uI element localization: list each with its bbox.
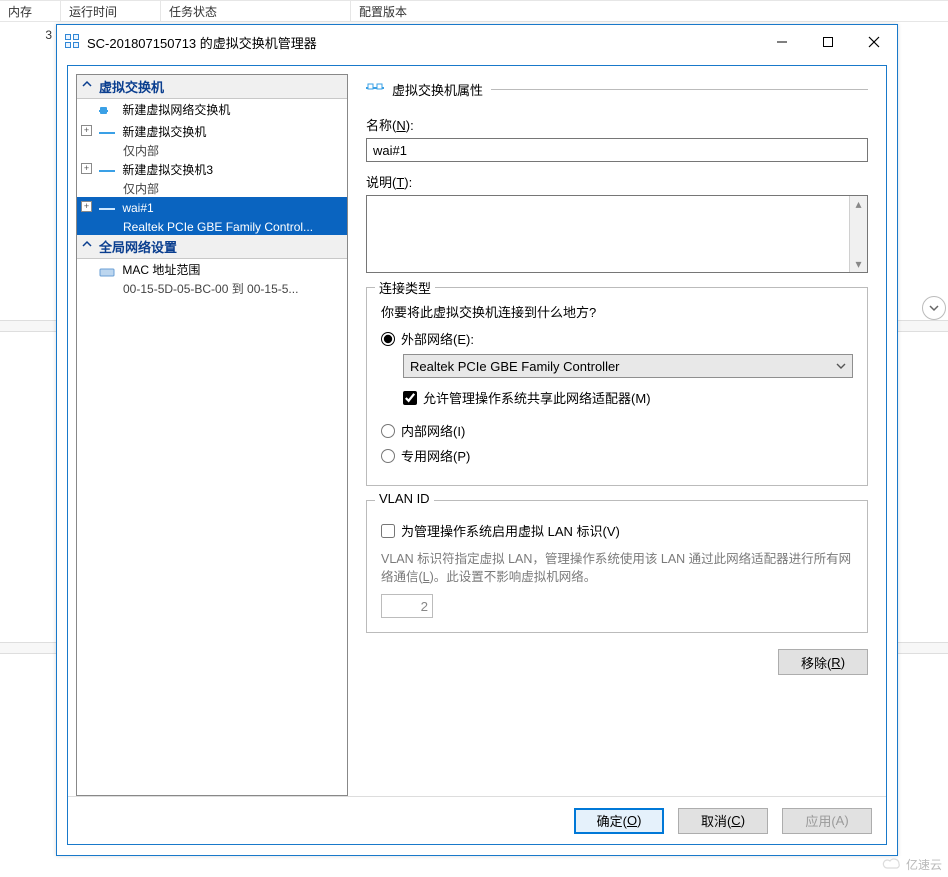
- allow-share-input[interactable]: [403, 391, 417, 405]
- tree-item-label: 新建虚拟网络交换机: [122, 103, 230, 117]
- radio-external[interactable]: 外部网络(E):: [381, 329, 853, 348]
- group-legend: 连接类型: [375, 278, 435, 297]
- tree-item-wai1[interactable]: + wai#1: [77, 197, 347, 219]
- expand-icon[interactable]: +: [81, 163, 92, 174]
- vlan-group: VLAN ID 为管理操作系统启用虚拟 LAN 标识(V) VLAN 标识符指定…: [366, 500, 868, 633]
- group-legend: VLAN ID: [375, 491, 434, 506]
- vlan-help-text: VLAN 标识符指定虚拟 LAN，管理操作系统使用该 LAN 通过此网络适配器进…: [381, 550, 853, 586]
- rule: [491, 89, 868, 90]
- section-label: 全局网络设置: [99, 240, 177, 255]
- check-label: 允许管理操作系统共享此网络适配器(M): [423, 388, 651, 407]
- name-label: 名称(N):: [366, 115, 868, 134]
- dialog-body: 虚拟交换机 新建虚拟网络交换机 + 新建虚拟交换机 仅内部 + 新建虚拟交换机3: [67, 65, 887, 845]
- window-title: SC-201807150713 的虚拟交换机管理器: [87, 33, 317, 52]
- tree-item-sub: Realtek PCIe GBE Family Control...: [77, 219, 347, 235]
- remove-button[interactable]: 移除(R): [778, 649, 868, 675]
- tree-item-label: wai#1: [122, 201, 153, 215]
- detail-header: 虚拟交换机属性: [392, 80, 483, 99]
- tree-item-label: 新建虚拟交换机3: [122, 163, 213, 177]
- dialog-button-bar: 确定(O) 取消(C) 应用(A): [68, 796, 886, 844]
- collapse-icon: [81, 79, 93, 91]
- network-icon: [99, 127, 115, 139]
- network-icon: [99, 203, 115, 215]
- desc-label: 说明(T):: [366, 172, 868, 191]
- radio-label: 专用网络(P): [401, 446, 470, 465]
- radio-private[interactable]: 专用网络(P): [381, 446, 853, 465]
- tree-item-sub: 仅内部: [77, 181, 347, 197]
- nic-icon: [99, 265, 115, 277]
- vswitch-manager-dialog: SC-201807150713 的虚拟交换机管理器 虚拟交换机: [56, 24, 898, 856]
- tree-item-label: MAC 地址范围: [122, 263, 200, 277]
- watermark: 亿速云: [882, 856, 942, 873]
- vlan-enable-check[interactable]: 为管理操作系统启用虚拟 LAN 标识(V): [381, 521, 853, 540]
- bg-col-mem[interactable]: 内存: [0, 0, 60, 21]
- collapse-icon: [81, 239, 93, 251]
- tree-item-mac-range[interactable]: MAC 地址范围: [77, 259, 347, 281]
- titlebar[interactable]: SC-201807150713 的虚拟交换机管理器: [57, 25, 897, 59]
- chevron-down-icon: [836, 359, 846, 374]
- check-label: 为管理操作系统启用虚拟 LAN 标识(V): [401, 521, 620, 540]
- conn-question: 你要将此虚拟交换机连接到什么地方?: [381, 302, 853, 321]
- vlan-enable-input[interactable]: [381, 524, 395, 538]
- network-new-icon: [99, 105, 115, 117]
- bg-col-task[interactable]: 任务状态: [160, 0, 350, 21]
- desc-textarea-wrap: ▴ ▾: [366, 195, 868, 273]
- expand-icon[interactable]: +: [81, 201, 92, 212]
- bg-table-header: 内存 运行时间 任务状态 配置版本: [0, 0, 948, 22]
- vlan-id-input: [381, 594, 433, 618]
- section-label: 虚拟交换机: [99, 80, 164, 95]
- scrollbar[interactable]: ▴ ▾: [849, 196, 867, 272]
- vswitch-prop-icon: [366, 81, 384, 98]
- connection-type-group: 连接类型 你要将此虚拟交换机连接到什么地方? 外部网络(E): Realtek …: [366, 287, 868, 486]
- expand-icon[interactable]: +: [81, 125, 92, 136]
- radio-internal[interactable]: 内部网络(I): [381, 421, 853, 440]
- tree-section-vswitch[interactable]: 虚拟交换机: [77, 75, 347, 99]
- watermark-text: 亿速云: [906, 856, 942, 873]
- name-input[interactable]: [366, 138, 868, 162]
- tree-item-label: 新建虚拟交换机: [122, 125, 206, 139]
- close-button[interactable]: [851, 25, 897, 59]
- adapter-combo[interactable]: Realtek PCIe GBE Family Controller: [403, 354, 853, 378]
- ok-button[interactable]: 确定(O): [574, 808, 664, 834]
- scroll-down-icon[interactable]: ▾: [850, 256, 867, 272]
- radio-label: 外部网络(E):: [401, 329, 474, 348]
- bg-col-uptime[interactable]: 运行时间: [60, 0, 160, 21]
- radio-label: 内部网络(I): [401, 421, 465, 440]
- tree-item-sub: 仅内部: [77, 143, 347, 159]
- desc-textarea[interactable]: [367, 196, 849, 272]
- tree-item-vswitch3[interactable]: + 新建虚拟交换机3: [77, 159, 347, 181]
- allow-share-check[interactable]: 允许管理操作系统共享此网络适配器(M): [403, 388, 853, 407]
- bg-scroll-down[interactable]: [922, 296, 946, 320]
- minimize-button[interactable]: [759, 25, 805, 59]
- network-icon: [99, 165, 115, 177]
- maximize-button[interactable]: [805, 25, 851, 59]
- tree-item-new-vswitch[interactable]: 新建虚拟网络交换机: [77, 99, 347, 121]
- radio-internal-input[interactable]: [381, 424, 395, 438]
- combo-value: Realtek PCIe GBE Family Controller: [410, 359, 620, 374]
- bg-col-ver[interactable]: 配置版本: [350, 0, 948, 21]
- app-icon: [65, 34, 81, 50]
- detail-pane: 虚拟交换机属性 名称(N): 说明(T): ▴ ▾: [356, 74, 878, 796]
- tree-pane[interactable]: 虚拟交换机 新建虚拟网络交换机 + 新建虚拟交换机 仅内部 + 新建虚拟交换机3: [76, 74, 348, 796]
- tree-section-global[interactable]: 全局网络设置: [77, 235, 347, 259]
- radio-private-input[interactable]: [381, 449, 395, 463]
- radio-external-input[interactable]: [381, 332, 395, 346]
- tree-item-sub: 00-15-5D-05-BC-00 到 00-15-5...: [77, 281, 347, 297]
- tree-item-vswitch1[interactable]: + 新建虚拟交换机: [77, 121, 347, 143]
- apply-button: 应用(A): [782, 808, 872, 834]
- bg-cell: 3: [0, 22, 60, 50]
- cancel-button[interactable]: 取消(C): [678, 808, 768, 834]
- scroll-up-icon[interactable]: ▴: [850, 196, 867, 212]
